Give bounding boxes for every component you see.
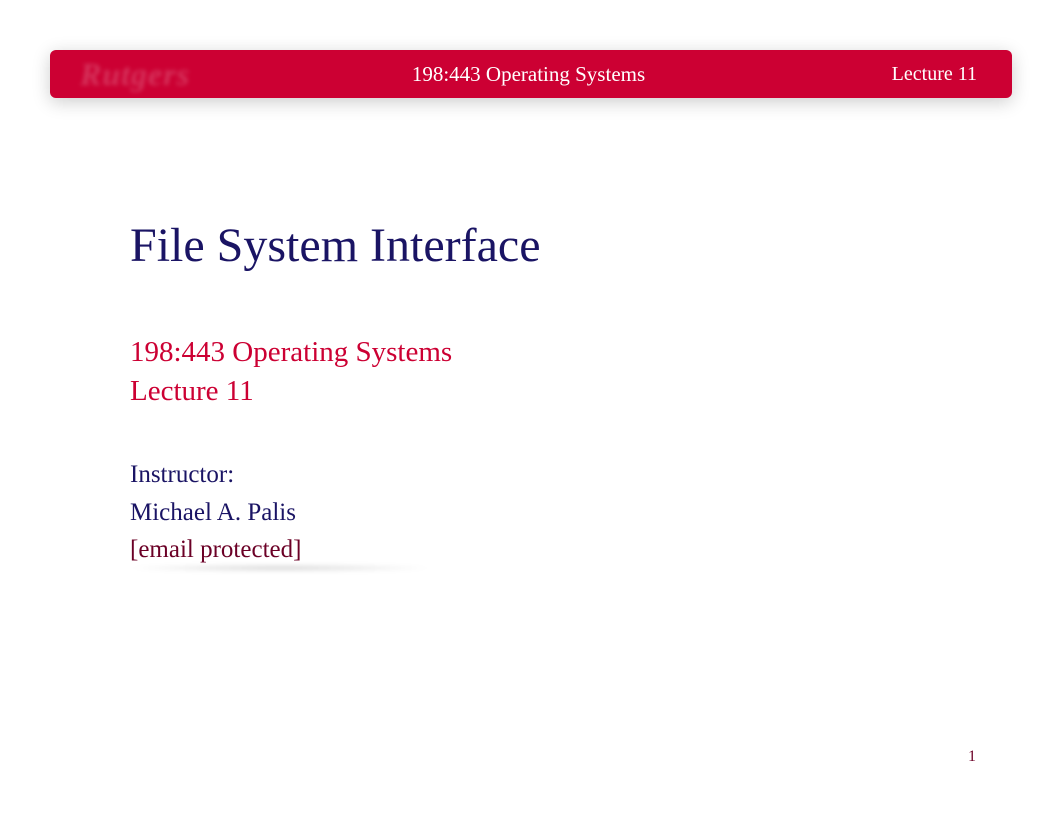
header-bar: Rutgers 198:443 Operating Systems Lectur… xyxy=(50,50,1012,98)
slide-title: File System Interface xyxy=(130,218,1012,273)
header-lecture: Lecture 11 xyxy=(817,63,977,86)
header-course: 198:443 Operating Systems xyxy=(240,62,817,87)
lecture-subtitle: Lecture 11 xyxy=(130,372,1012,411)
instructor-name: Michael A. Palis xyxy=(130,494,1012,532)
slide: Rutgers 198:443 Operating Systems Lectur… xyxy=(0,0,1062,822)
instructor-email[interactable]: [email protected] xyxy=(130,531,301,569)
slide-content: File System Interface 198:443 Operating … xyxy=(50,98,1012,569)
header-logo: Rutgers xyxy=(80,56,260,93)
page-number: 1 xyxy=(968,748,976,766)
instructor-label: Instructor: xyxy=(130,456,1012,494)
course-subtitle: 198:443 Operating Systems xyxy=(130,333,1012,372)
